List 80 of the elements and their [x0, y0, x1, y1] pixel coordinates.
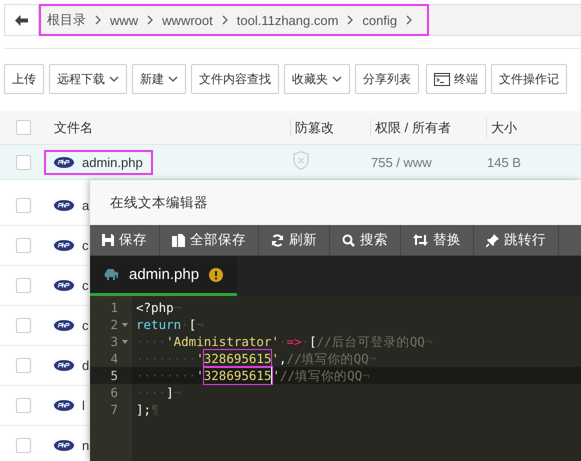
toolbar-button[interactable]: 分享列表 — [355, 64, 419, 94]
file-name[interactable]: a — [82, 198, 90, 213]
file-name[interactable]: n — [82, 438, 90, 453]
swap-arrows-icon — [413, 234, 428, 246]
breadcrumb-link[interactable]: config — [362, 12, 398, 28]
row-checkbox[interactable] — [16, 198, 31, 213]
toolbar-button[interactable]: 收藏夹 — [284, 64, 350, 94]
refresh-icon — [271, 234, 284, 246]
search-icon — [342, 234, 355, 246]
row-checkbox[interactable] — [16, 398, 31, 413]
toolbar-button[interactable]: 文件内容查找 — [191, 64, 279, 94]
chevron-down-icon — [168, 76, 178, 82]
chevron-right-icon — [222, 15, 228, 25]
breadcrumb-link[interactable]: tool.11zhang.com — [236, 12, 338, 28]
php-file-icon — [54, 360, 74, 371]
file-name[interactable]: l — [82, 398, 85, 413]
toolbar-button[interactable]: 远程下载 — [49, 64, 127, 94]
php-file-icon — [54, 156, 74, 168]
permission-text: 755 / www — [371, 154, 432, 170]
shield-icon[interactable] — [293, 151, 309, 170]
code-line: <?php¬ — [135, 299, 182, 316]
code-line: ····]¬ — [135, 384, 182, 401]
line-number: 2 — [110, 316, 118, 333]
code-line: ········'328695615',//填写你的QQ¬ — [135, 350, 378, 367]
column-header[interactable]: 大小 — [487, 118, 581, 138]
chevron-right-icon — [406, 15, 412, 25]
file-name[interactable]: d — [82, 358, 90, 373]
back-button[interactable] — [5, 5, 39, 35]
toolbar-button[interactable]: 文件操作记 — [491, 64, 567, 94]
line-number: 1 — [110, 299, 118, 316]
pin-icon — [486, 234, 499, 246]
php-file-icon — [54, 440, 74, 451]
row-checkbox[interactable] — [16, 278, 31, 293]
column-header[interactable]: 文件名 — [50, 118, 291, 138]
line-number: 7 — [110, 401, 118, 418]
chevron-right-icon — [347, 15, 354, 25]
file-name[interactable]: c — [82, 238, 88, 253]
php-file-icon — [54, 320, 74, 331]
toolbar-button[interactable]: 终端 — [426, 64, 486, 94]
code-line: ];¶ — [135, 401, 160, 418]
back-arrow-icon — [15, 14, 28, 26]
chevron-right-icon — [147, 15, 154, 25]
breadcrumb-link[interactable]: 根目录 — [47, 11, 86, 29]
editor-title: 在线文本编辑器 — [110, 194, 208, 212]
code-line: ····'Administrator'·=>·[//后台可登录的QQ¬ — [135, 333, 434, 350]
toolbar-button[interactable]: 上传 — [4, 64, 44, 94]
breadcrumb-link[interactable]: wwwroot — [162, 12, 213, 28]
elephant-icon — [104, 269, 119, 280]
file-row[interactable]: admin.php 755 / www 145 B — [0, 145, 581, 180]
breadcrumb-link[interactable]: www — [110, 12, 138, 28]
file-name[interactable]: c — [82, 318, 88, 333]
file-tab[interactable]: admin.php — [90, 256, 238, 296]
row-checkbox[interactable] — [16, 154, 31, 170]
save-icon — [102, 234, 114, 246]
chevron-down-icon — [109, 76, 119, 82]
select-all-checkbox[interactable] — [16, 120, 31, 135]
php-file-icon — [54, 240, 74, 251]
php-file-icon — [54, 280, 74, 291]
file-size: 145 B — [487, 154, 521, 170]
code-line: return·[¬ — [135, 316, 205, 333]
line-number: 3 — [110, 333, 118, 350]
chevron-down-icon — [332, 76, 342, 82]
row-checkbox[interactable] — [16, 238, 31, 253]
row-checkbox[interactable] — [16, 438, 31, 453]
documents-icon — [172, 234, 185, 246]
php-file-icon — [54, 400, 74, 411]
fold-arrow-icon[interactable] — [122, 340, 128, 344]
column-header[interactable]: 防篡改 — [291, 118, 371, 138]
row-checkbox[interactable] — [16, 318, 31, 333]
line-number: 4 — [110, 350, 118, 367]
line-number: 6 — [110, 384, 118, 401]
row-checkbox[interactable] — [16, 358, 31, 373]
toolbar-button[interactable]: 新建 — [132, 64, 186, 94]
file-name[interactable]: c — [82, 278, 88, 293]
chevron-right-icon — [95, 15, 101, 25]
php-file-icon — [54, 200, 74, 211]
fold-arrow-icon[interactable] — [122, 323, 128, 327]
column-header[interactable]: 权限 / 所有者 — [371, 118, 487, 138]
terminal-icon — [434, 72, 450, 86]
line-number: 5 — [110, 367, 118, 384]
